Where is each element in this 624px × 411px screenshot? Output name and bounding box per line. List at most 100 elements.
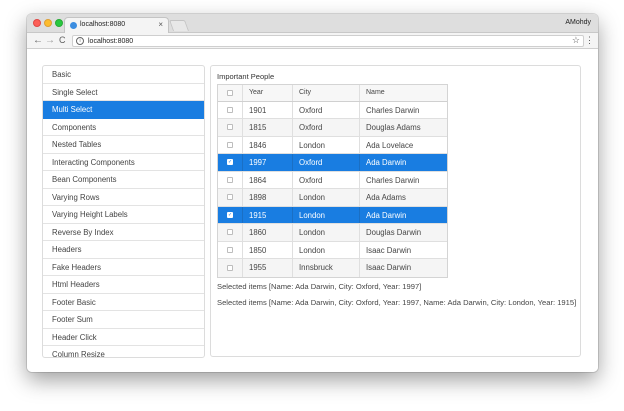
cell-name: Douglas Darwin: [366, 228, 422, 237]
row-checkbox[interactable]: [227, 141, 233, 148]
sidebar-menu: Basic Single Select Multi Select Components…: [42, 65, 205, 358]
row-checkbox[interactable]: [227, 124, 233, 131]
new-tab-button[interactable]: [168, 20, 190, 31]
sidebar-item[interactable]: Footer Basic: [43, 294, 204, 311]
table-row[interactable]: 1815 Oxford Douglas Adams: [218, 119, 447, 137]
grid-caption: Important People: [217, 72, 275, 81]
select-all-checkbox[interactable]: [227, 89, 233, 96]
profile-name[interactable]: AMohdy: [565, 19, 591, 26]
sidebar-item[interactable]: Fake Headers: [43, 259, 204, 276]
table-row[interactable]: 1860 London Douglas Darwin: [218, 224, 447, 242]
title-bar: localhost:8080 × AMohdy: [27, 14, 598, 33]
sidebar-item[interactable]: Varying Height Labels: [43, 206, 204, 224]
sidebar-item[interactable]: Footer Sum: [43, 311, 204, 329]
column-header-name[interactable]: Name: [360, 85, 447, 101]
row-select-cell[interactable]: [218, 189, 243, 206]
cell-year: 1815: [243, 119, 293, 136]
browser-window: localhost:8080 × AMohdy ← → C i localhos…: [27, 14, 598, 372]
row-select-cell[interactable]: ✓: [218, 206, 243, 223]
row-select-cell[interactable]: [218, 224, 243, 241]
sidebar-item[interactable]: Html Headers: [43, 276, 204, 294]
sidebar-item[interactable]: Single Select: [43, 84, 204, 101]
maximize-window-button[interactable]: [55, 19, 63, 27]
selection-status-2: Selected items [Name: Ada Darwin, City: …: [217, 298, 577, 307]
sidebar-item[interactable]: Multi Select: [43, 101, 204, 119]
cell-name: Ada Adams: [366, 193, 406, 202]
tab-close-icon[interactable]: ×: [158, 20, 163, 29]
tab-title: localhost:8080: [80, 21, 126, 28]
row-select-cell[interactable]: [218, 136, 243, 153]
sidebar-item[interactable]: Reverse By Index: [43, 224, 204, 241]
table-row[interactable]: ✓ 1915 London Ada Darwin: [218, 206, 447, 224]
minimize-window-button[interactable]: [44, 19, 52, 27]
browser-menu-icon[interactable]: ⋮: [585, 34, 594, 46]
sidebar-item[interactable]: Nested Tables: [43, 136, 204, 154]
browser-toolbar: ← → C i localhost:8080 ☆ ⋮: [27, 33, 598, 49]
address-bar[interactable]: i localhost:8080 ☆: [72, 35, 584, 47]
table-row[interactable]: 1846 London Ada Lovelace: [218, 136, 447, 154]
cell-city: London: [293, 136, 360, 153]
cell-year: 1955: [243, 259, 293, 277]
row-select-cell[interactable]: [218, 171, 243, 188]
cell-year: 1997: [243, 154, 293, 171]
cell-year: 1898: [243, 189, 293, 206]
row-select-cell[interactable]: [218, 241, 243, 258]
row-select-cell[interactable]: [218, 259, 243, 277]
reload-icon[interactable]: C: [59, 34, 66, 47]
browser-tab[interactable]: localhost:8080 ×: [64, 17, 169, 33]
column-header-city[interactable]: City: [293, 85, 360, 101]
row-checkbox-checked[interactable]: ✓: [227, 211, 233, 218]
info-icon[interactable]: i: [76, 37, 84, 45]
table-row[interactable]: 1850 London Isaac Darwin: [218, 241, 447, 259]
row-checkbox[interactable]: [227, 106, 233, 113]
grid-header-row: Year City Name: [218, 85, 447, 102]
row-checkbox-checked[interactable]: ✓: [227, 159, 233, 166]
row-checkbox[interactable]: [227, 246, 233, 253]
bookmark-star-icon[interactable]: ☆: [572, 35, 580, 46]
page-content: Basic Single Select Multi Select Components…: [27, 50, 598, 372]
table-row[interactable]: ✓ 1997 Oxford Ada Darwin: [218, 154, 447, 172]
row-select-cell[interactable]: [218, 101, 243, 118]
row-select-cell[interactable]: ✓: [218, 154, 243, 171]
sidebar-item[interactable]: Varying Rows: [43, 189, 204, 206]
forward-arrow-icon[interactable]: →: [45, 34, 55, 47]
cell-year: 1860: [243, 224, 293, 241]
select-all-cell[interactable]: [218, 85, 243, 101]
cell-city: London: [293, 224, 360, 241]
close-window-button[interactable]: [33, 19, 41, 27]
cell-name: Ada Lovelace: [366, 140, 414, 150]
back-arrow-icon[interactable]: ←: [33, 34, 43, 47]
cell-year: 1864: [243, 171, 293, 188]
row-checkbox[interactable]: [227, 194, 233, 201]
table-row[interactable]: 1864 Oxford Charles Darwin: [218, 171, 447, 189]
row-select-cell[interactable]: [218, 119, 243, 136]
cell-city: London: [293, 241, 360, 258]
table-row[interactable]: 1898 London Ada Adams: [218, 189, 447, 207]
sidebar-item[interactable]: Headers: [43, 241, 204, 259]
sidebar-item[interactable]: Header Click: [43, 329, 204, 346]
cell-year: 1915: [243, 206, 293, 223]
grid-panel: Important People Year City Name 1901 Oxfo…: [210, 65, 581, 357]
cell-city: London: [293, 189, 360, 206]
row-checkbox[interactable]: [227, 264, 233, 271]
people-grid: Year City Name 1901 Oxford Charles Darwin 1…: [217, 84, 448, 278]
column-header-year[interactable]: Year: [243, 85, 293, 101]
row-checkbox[interactable]: [227, 176, 233, 183]
sidebar-item[interactable]: Column Resize: [43, 346, 204, 357]
sidebar-item[interactable]: Bean Components: [43, 171, 204, 189]
cell-year: 1846: [243, 136, 293, 153]
cell-name: Douglas Adams: [366, 123, 421, 132]
cell-year: 1901: [243, 101, 293, 118]
cell-city: Innsbruck: [293, 259, 360, 277]
row-checkbox[interactable]: [227, 229, 233, 236]
sidebar-item[interactable]: Interacting Components: [43, 154, 204, 171]
sidebar-item[interactable]: Components: [43, 119, 204, 136]
cell-name: Isaac Darwin: [366, 263, 412, 272]
cell-name: Charles Darwin: [366, 105, 420, 115]
table-row[interactable]: 1901 Oxford Charles Darwin: [218, 101, 447, 119]
cell-city: Oxford: [293, 101, 360, 118]
sidebar-item[interactable]: Basic: [43, 66, 204, 84]
url-text[interactable]: localhost:8080: [88, 37, 133, 46]
table-row[interactable]: 1955 Innsbruck Isaac Darwin: [218, 259, 447, 277]
cell-city: London: [293, 206, 360, 223]
